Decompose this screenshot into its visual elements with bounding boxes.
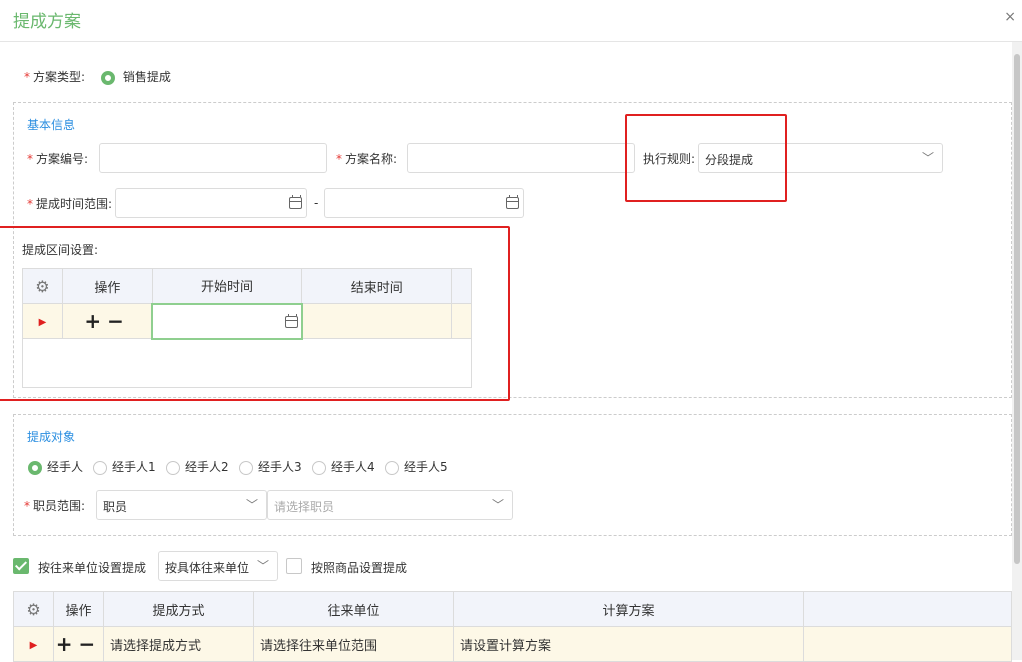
- commission-table: ⚙ 操作 提成方式 往来单位 计算方案 ▶ +− 请选择提成方式 请选择往来单位…: [13, 591, 1012, 662]
- unit-range-cell[interactable]: 请选择往来单位范围: [253, 626, 454, 662]
- chevron-down-icon: ﹀: [921, 151, 934, 165]
- code-label: 方案编号:: [36, 152, 89, 166]
- col-header-unit: 往来单位: [253, 591, 454, 627]
- scrollbar[interactable]: [1012, 42, 1022, 660]
- close-icon[interactable]: ×: [1004, 9, 1016, 25]
- date-label-wrap: * 提成时间范围:: [27, 197, 113, 211]
- date-label: 提成时间范围:: [36, 197, 113, 211]
- by-unit-checkbox[interactable]: [13, 558, 29, 574]
- dialog-title: 提成方案: [13, 12, 81, 32]
- radio-selected-icon[interactable]: [28, 460, 42, 475]
- col-header-method: 提成方式: [103, 591, 254, 627]
- date-start-input[interactable]: [115, 188, 307, 218]
- code-input[interactable]: [99, 143, 327, 173]
- staff-select[interactable]: 请选择职员 ﹀: [267, 490, 513, 520]
- gear-icon[interactable]: ⚙: [26, 600, 40, 619]
- by-goods-checkbox[interactable]: [286, 558, 302, 574]
- staff-label-wrap: * 职员范围:: [24, 499, 86, 513]
- radio-icon[interactable]: [166, 460, 180, 475]
- code-label-wrap: * 方案编号:: [27, 152, 89, 166]
- staff-label: 职员范围:: [33, 499, 86, 513]
- by-unit-label: 按往来单位设置提成: [38, 561, 147, 575]
- handler-radio-2[interactable]: 经手人2: [166, 458, 229, 475]
- staff-type-select[interactable]: 职员 ﹀: [96, 490, 267, 520]
- highlight-box-rule: [625, 114, 787, 202]
- handler-radio-1[interactable]: 经手人1: [93, 458, 156, 475]
- dialog-titlebar: 提成方案 ×: [0, 0, 1022, 42]
- highlight-box-interval: [0, 226, 510, 401]
- name-input[interactable]: [407, 143, 635, 173]
- scheme-type-option[interactable]: 销售提成: [101, 68, 171, 85]
- radio-icon[interactable]: [239, 460, 253, 475]
- radio-icon[interactable]: [93, 460, 107, 475]
- basic-info-title: 基本信息: [27, 118, 76, 132]
- table-row: ▶ +− 请选择提成方式 请选择往来单位范围 请设置计算方案: [13, 626, 1012, 662]
- date-end-input[interactable]: [324, 188, 524, 218]
- add-remove-buttons[interactable]: +−: [56, 632, 102, 656]
- col-header-ops: 操作: [53, 591, 104, 627]
- name-label: 方案名称:: [345, 152, 398, 166]
- by-goods-label: 按照商品设置提成: [311, 561, 408, 575]
- radio-selected-icon[interactable]: [101, 70, 115, 85]
- scheme-type-row: * 方案类型:: [24, 70, 86, 84]
- chevron-down-icon: ﹀: [491, 498, 504, 512]
- radio-icon[interactable]: [385, 460, 399, 475]
- scrollbar-thumb[interactable]: [1014, 54, 1020, 564]
- plan-cell[interactable]: 请设置计算方案: [453, 626, 804, 662]
- scheme-type-label: 方案类型:: [33, 70, 86, 84]
- chevron-down-icon: ﹀: [256, 559, 269, 573]
- chevron-down-icon: ﹀: [245, 498, 258, 512]
- handler-radio-4[interactable]: 经手人4: [312, 458, 375, 475]
- handler-radio-0[interactable]: 经手人: [28, 458, 83, 475]
- table-settings-cell[interactable]: ⚙: [13, 591, 54, 627]
- date-separator: -: [314, 196, 319, 210]
- handler-radio-5[interactable]: 经手人5: [385, 458, 448, 475]
- row-pointer-icon: ▶: [29, 639, 38, 651]
- handler-radio-3[interactable]: 经手人3: [239, 458, 302, 475]
- calendar-icon[interactable]: [506, 195, 519, 209]
- radio-icon[interactable]: [312, 460, 326, 475]
- name-label-wrap: * 方案名称:: [336, 152, 398, 166]
- method-cell[interactable]: 请选择提成方式: [103, 626, 254, 662]
- col-header-plan: 计算方案: [453, 591, 804, 627]
- calendar-icon[interactable]: [289, 195, 302, 209]
- unit-mode-select[interactable]: 按具体往来单位 ﹀: [158, 551, 278, 581]
- target-title: 提成对象: [27, 430, 76, 444]
